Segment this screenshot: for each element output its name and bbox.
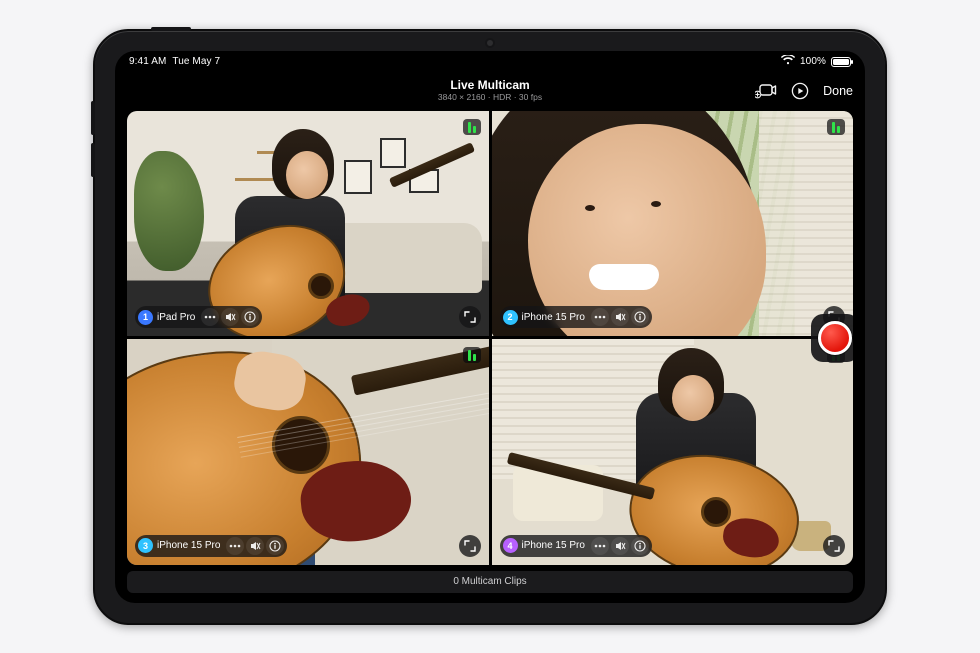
expand-icon[interactable] bbox=[823, 535, 845, 557]
camera-feed-1[interactable]: 1 iPad Pro bbox=[127, 111, 489, 337]
more-icon[interactable] bbox=[591, 308, 609, 326]
audio-level-meter bbox=[463, 119, 481, 135]
camera-feed-4[interactable]: 4 iPhone 15 Pro bbox=[492, 339, 854, 565]
camera-index-badge: 4 bbox=[503, 538, 518, 553]
title-block: Live Multicam 3840 × 2160 · HDR · 30 fps bbox=[438, 79, 542, 103]
camera-feed-2[interactable]: 2 iPhone 15 Pro bbox=[492, 111, 854, 337]
audio-level-meter bbox=[827, 119, 845, 135]
volume-down-hardware bbox=[91, 143, 95, 177]
app-header: Live Multicam 3840 × 2160 · HDR · 30 fps bbox=[115, 73, 865, 109]
page-subtitle: 3840 × 2160 · HDR · 30 fps bbox=[438, 93, 542, 103]
feed-thumbnail bbox=[127, 111, 489, 337]
multicam-grid: 1 iPad Pro bbox=[127, 111, 853, 565]
info-icon[interactable] bbox=[266, 537, 284, 555]
wifi-icon bbox=[781, 55, 795, 68]
more-icon[interactable] bbox=[591, 537, 609, 555]
camera-index-badge: 3 bbox=[138, 538, 153, 553]
mute-icon[interactable] bbox=[611, 308, 629, 326]
battery-percent: 100% bbox=[800, 56, 826, 67]
done-button[interactable]: Done bbox=[823, 84, 853, 98]
feed-thumbnail bbox=[127, 339, 489, 565]
camera-label: iPhone 15 Pro bbox=[520, 540, 589, 551]
info-icon[interactable] bbox=[631, 308, 649, 326]
ipad-device-frame: 9:41 AM Tue May 7 100% Live Multicam bbox=[93, 29, 887, 625]
feed-thumbnail bbox=[492, 111, 854, 337]
camera-index-badge: 2 bbox=[503, 310, 518, 325]
battery-icon bbox=[831, 57, 851, 67]
play-button[interactable] bbox=[789, 80, 811, 102]
status-bar: 9:41 AM Tue May 7 100% bbox=[115, 51, 865, 73]
feed-controls: 4 iPhone 15 Pro bbox=[500, 535, 652, 557]
feed-controls: 2 iPhone 15 Pro bbox=[500, 306, 652, 328]
camera-label: iPhone 15 Pro bbox=[155, 540, 224, 551]
clips-count-label: 0 Multicam Clips bbox=[453, 576, 526, 587]
power-hardware bbox=[151, 27, 191, 31]
more-icon[interactable] bbox=[226, 537, 244, 555]
record-button-container bbox=[811, 314, 853, 362]
volume-up-hardware bbox=[91, 101, 95, 135]
camera-index-badge: 1 bbox=[138, 310, 153, 325]
expand-icon[interactable] bbox=[459, 535, 481, 557]
status-date: Tue May 7 bbox=[172, 56, 220, 67]
more-icon[interactable] bbox=[201, 308, 219, 326]
camera-feed-3[interactable]: 3 iPhone 15 Pro bbox=[127, 339, 489, 565]
clips-bar[interactable]: 0 Multicam Clips bbox=[127, 571, 853, 593]
camera-label: iPhone 15 Pro bbox=[520, 312, 589, 323]
mute-icon[interactable] bbox=[611, 537, 629, 555]
info-icon[interactable] bbox=[631, 537, 649, 555]
audio-level-meter bbox=[463, 347, 481, 363]
screen: 9:41 AM Tue May 7 100% Live Multicam bbox=[115, 51, 865, 603]
feed-thumbnail bbox=[492, 339, 854, 565]
camera-label: iPad Pro bbox=[155, 312, 199, 323]
mute-icon[interactable] bbox=[246, 537, 264, 555]
add-camera-button[interactable] bbox=[755, 80, 777, 102]
feed-controls: 3 iPhone 15 Pro bbox=[135, 535, 287, 557]
info-icon[interactable] bbox=[241, 308, 259, 326]
expand-icon[interactable] bbox=[459, 306, 481, 328]
mute-icon[interactable] bbox=[221, 308, 239, 326]
status-time: 9:41 AM bbox=[129, 56, 166, 67]
record-button[interactable] bbox=[818, 321, 852, 355]
page-title: Live Multicam bbox=[438, 79, 542, 93]
feed-controls: 1 iPad Pro bbox=[135, 306, 262, 328]
